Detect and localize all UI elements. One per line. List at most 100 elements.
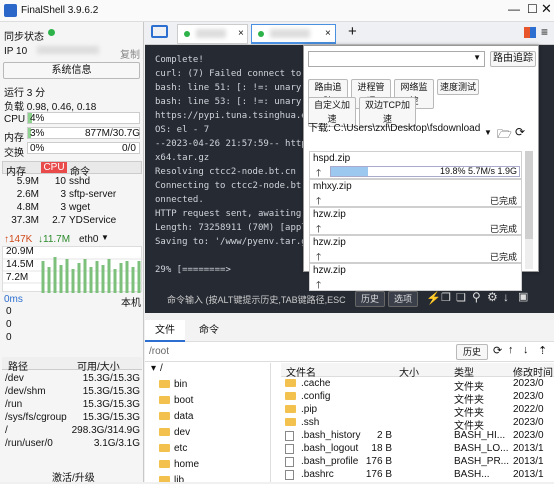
file-size: 176 B (365, 456, 392, 467)
tab-close-icon[interactable]: × (238, 28, 244, 39)
net-scale-1: 20.9M (6, 246, 34, 257)
file-size: 18 B (371, 443, 392, 454)
folder-open-icon[interactable]: 🗁 (497, 125, 512, 146)
download-item[interactable]: hzw.zip 🡑 (309, 263, 522, 291)
proc-header-cpu[interactable]: CPU (41, 162, 67, 173)
file-type: BASH_PR... (454, 456, 510, 467)
tool-speed-test[interactable]: 速度测试 (437, 79, 479, 95)
file-name: .bashrc (301, 469, 334, 480)
paste-icon[interactable]: ❏ (456, 291, 466, 304)
tab-label-masked (196, 29, 226, 38)
path-input[interactable]: /root (149, 346, 169, 357)
history-button[interactable]: 历史 (355, 291, 385, 307)
folder-open-icon[interactable] (151, 25, 168, 38)
file-row[interactable]: .bash_profile 176 B BASH_PR... 2013/1 (281, 455, 554, 468)
file-row[interactable]: .pip 文件夹 2022/0 (281, 403, 554, 419)
download-icon[interactable]: ↓ (523, 344, 529, 356)
menu-icon[interactable]: ≡ (541, 25, 548, 39)
connected-dot-icon (184, 31, 190, 37)
file-row[interactable]: .config 文件夹 2023/0 (281, 390, 554, 406)
download-icon[interactable]: ↓ (503, 290, 509, 304)
tree-item[interactable]: dev (159, 427, 190, 438)
download-status: 19.8% 5.7M/s 1.9G (439, 166, 517, 176)
disk-row: / 298.3G/314.9G (2, 424, 142, 437)
file-icon (285, 444, 294, 454)
ip-masked (37, 46, 99, 54)
tree-item[interactable]: data (159, 411, 193, 422)
tab-session-1[interactable]: × (177, 24, 248, 44)
upload-icon[interactable]: ⇡ (538, 344, 547, 357)
route-select[interactable]: ▼ (308, 51, 485, 67)
maximize-icon[interactable]: ☐ (527, 2, 538, 16)
file-manager: 文件 命令 /root 历史 ⟳ ↑ ↓ ⇡ ▾ / bin boot data dev e… (145, 320, 554, 482)
lightning-icon[interactable]: ⚡ (426, 291, 441, 305)
system-info-button[interactable]: 系统信息 (3, 62, 140, 79)
terminal-line: Resolving ctcc2-node.bt.cn (c (155, 167, 313, 177)
tree-item[interactable]: lib (159, 475, 184, 482)
disk-path: /dev/shm (5, 386, 46, 397)
chevron-down-icon[interactable]: ▼ (484, 128, 492, 137)
tab-close-icon[interactable]: × (325, 28, 331, 39)
tree-item[interactable]: etc (159, 443, 187, 454)
fm-history-button[interactable]: 历史 (456, 344, 488, 360)
file-row[interactable]: .bashrc 176 B BASH... 2013/1 (281, 468, 554, 481)
route-trace-button[interactable]: 路由追踪 (490, 51, 536, 67)
sync-dot-icon (48, 29, 55, 36)
terminal-line: OS: el - 7 (155, 125, 210, 135)
disk-row: /sys/fs/cgroup 15.3G/15.3G (2, 411, 142, 424)
ping-val-3: 0 (6, 332, 12, 343)
tab-commands[interactable]: 命令 (189, 320, 229, 342)
file-row[interactable]: .bash_history 2 B BASH_HI... 2023/0 (281, 429, 554, 442)
file-size: 2 B (376, 430, 392, 441)
tab-session-2[interactable]: × (251, 24, 336, 44)
tree-item[interactable]: ▾ / (151, 363, 163, 374)
download-status: 已完成 (489, 224, 517, 234)
terminal-line: HTTP request sent, awaiting r (155, 209, 313, 219)
fm-pathbar: /root 历史 ⟳ ↑ ↓ ⇡ (145, 342, 554, 362)
process-row[interactable]: 2.6M 3 sftp-server (2, 188, 142, 201)
tree-label: dev (174, 427, 191, 438)
add-tab-icon[interactable]: + (348, 23, 357, 40)
proc-cpu: 3 (60, 202, 66, 213)
ping-host[interactable]: 本机 (121, 294, 141, 309)
disk-path: / (5, 425, 8, 436)
chevron-down-icon[interactable]: ▼ (101, 233, 109, 242)
close-icon[interactable]: ✕ (541, 1, 552, 17)
process-row[interactable]: 4.8M 3 wget (2, 201, 142, 214)
search-icon[interactable]: ⚲ (472, 290, 481, 304)
tree-item[interactable]: boot (159, 395, 193, 406)
tab-files[interactable]: 文件 (145, 320, 185, 342)
gear-icon[interactable]: ⚙ (487, 290, 498, 304)
disk-size: 15.3G/15.3G (82, 386, 140, 397)
options-button[interactable]: 选项 (388, 291, 418, 307)
download-item[interactable]: hspd.zip 🡑 19.8% 5.7M/s 1.9G (309, 151, 522, 179)
layout-grid-icon[interactable] (524, 27, 536, 38)
refresh-icon[interactable]: ⟳ (515, 125, 525, 139)
terminal-line: Connecting to ctcc2-node.bt.cn (155, 181, 318, 191)
file-name: .ssh (301, 417, 320, 428)
net-interface[interactable]: eth0 (79, 234, 98, 245)
file-row[interactable]: .cache 文件夹 2023/0 (281, 377, 554, 393)
process-row[interactable]: 37.3M 2.7 YDService (2, 214, 142, 227)
file-name: .bash_logout (301, 443, 359, 454)
download-item[interactable]: mhxy.zip 🡑 已完成 (309, 179, 522, 207)
file-row[interactable]: .ssh 文件夹 2023/0 (281, 416, 554, 432)
copy-icon[interactable]: ❐ (441, 291, 451, 304)
tab-label-masked (270, 29, 310, 38)
tree-item[interactable]: bin (159, 379, 187, 390)
fullscreen-icon[interactable]: ▣ (518, 290, 528, 303)
file-date: 2013/1 (513, 443, 544, 454)
download-item[interactable]: hzw.zip 🡑 已完成 (309, 235, 522, 263)
up-icon[interactable]: ↑ (508, 344, 514, 356)
process-row[interactable]: 5.9M 10 sshd (2, 175, 142, 188)
download-item[interactable]: hzw.zip 🡑 已完成 (309, 207, 522, 235)
tree-label: data (174, 411, 194, 422)
file-date: 2013/1 (513, 456, 544, 467)
folder-icon (159, 444, 170, 453)
refresh-icon[interactable]: ⟳ (493, 344, 502, 357)
copy-link[interactable]: 复制 (120, 46, 140, 61)
scrollbar[interactable] (525, 151, 533, 269)
file-row[interactable]: .bash_logout 18 B BASH_LO... 2013/1 (281, 442, 554, 455)
tree-item[interactable]: home (159, 459, 199, 470)
minimize-icon[interactable]: — (508, 2, 520, 16)
